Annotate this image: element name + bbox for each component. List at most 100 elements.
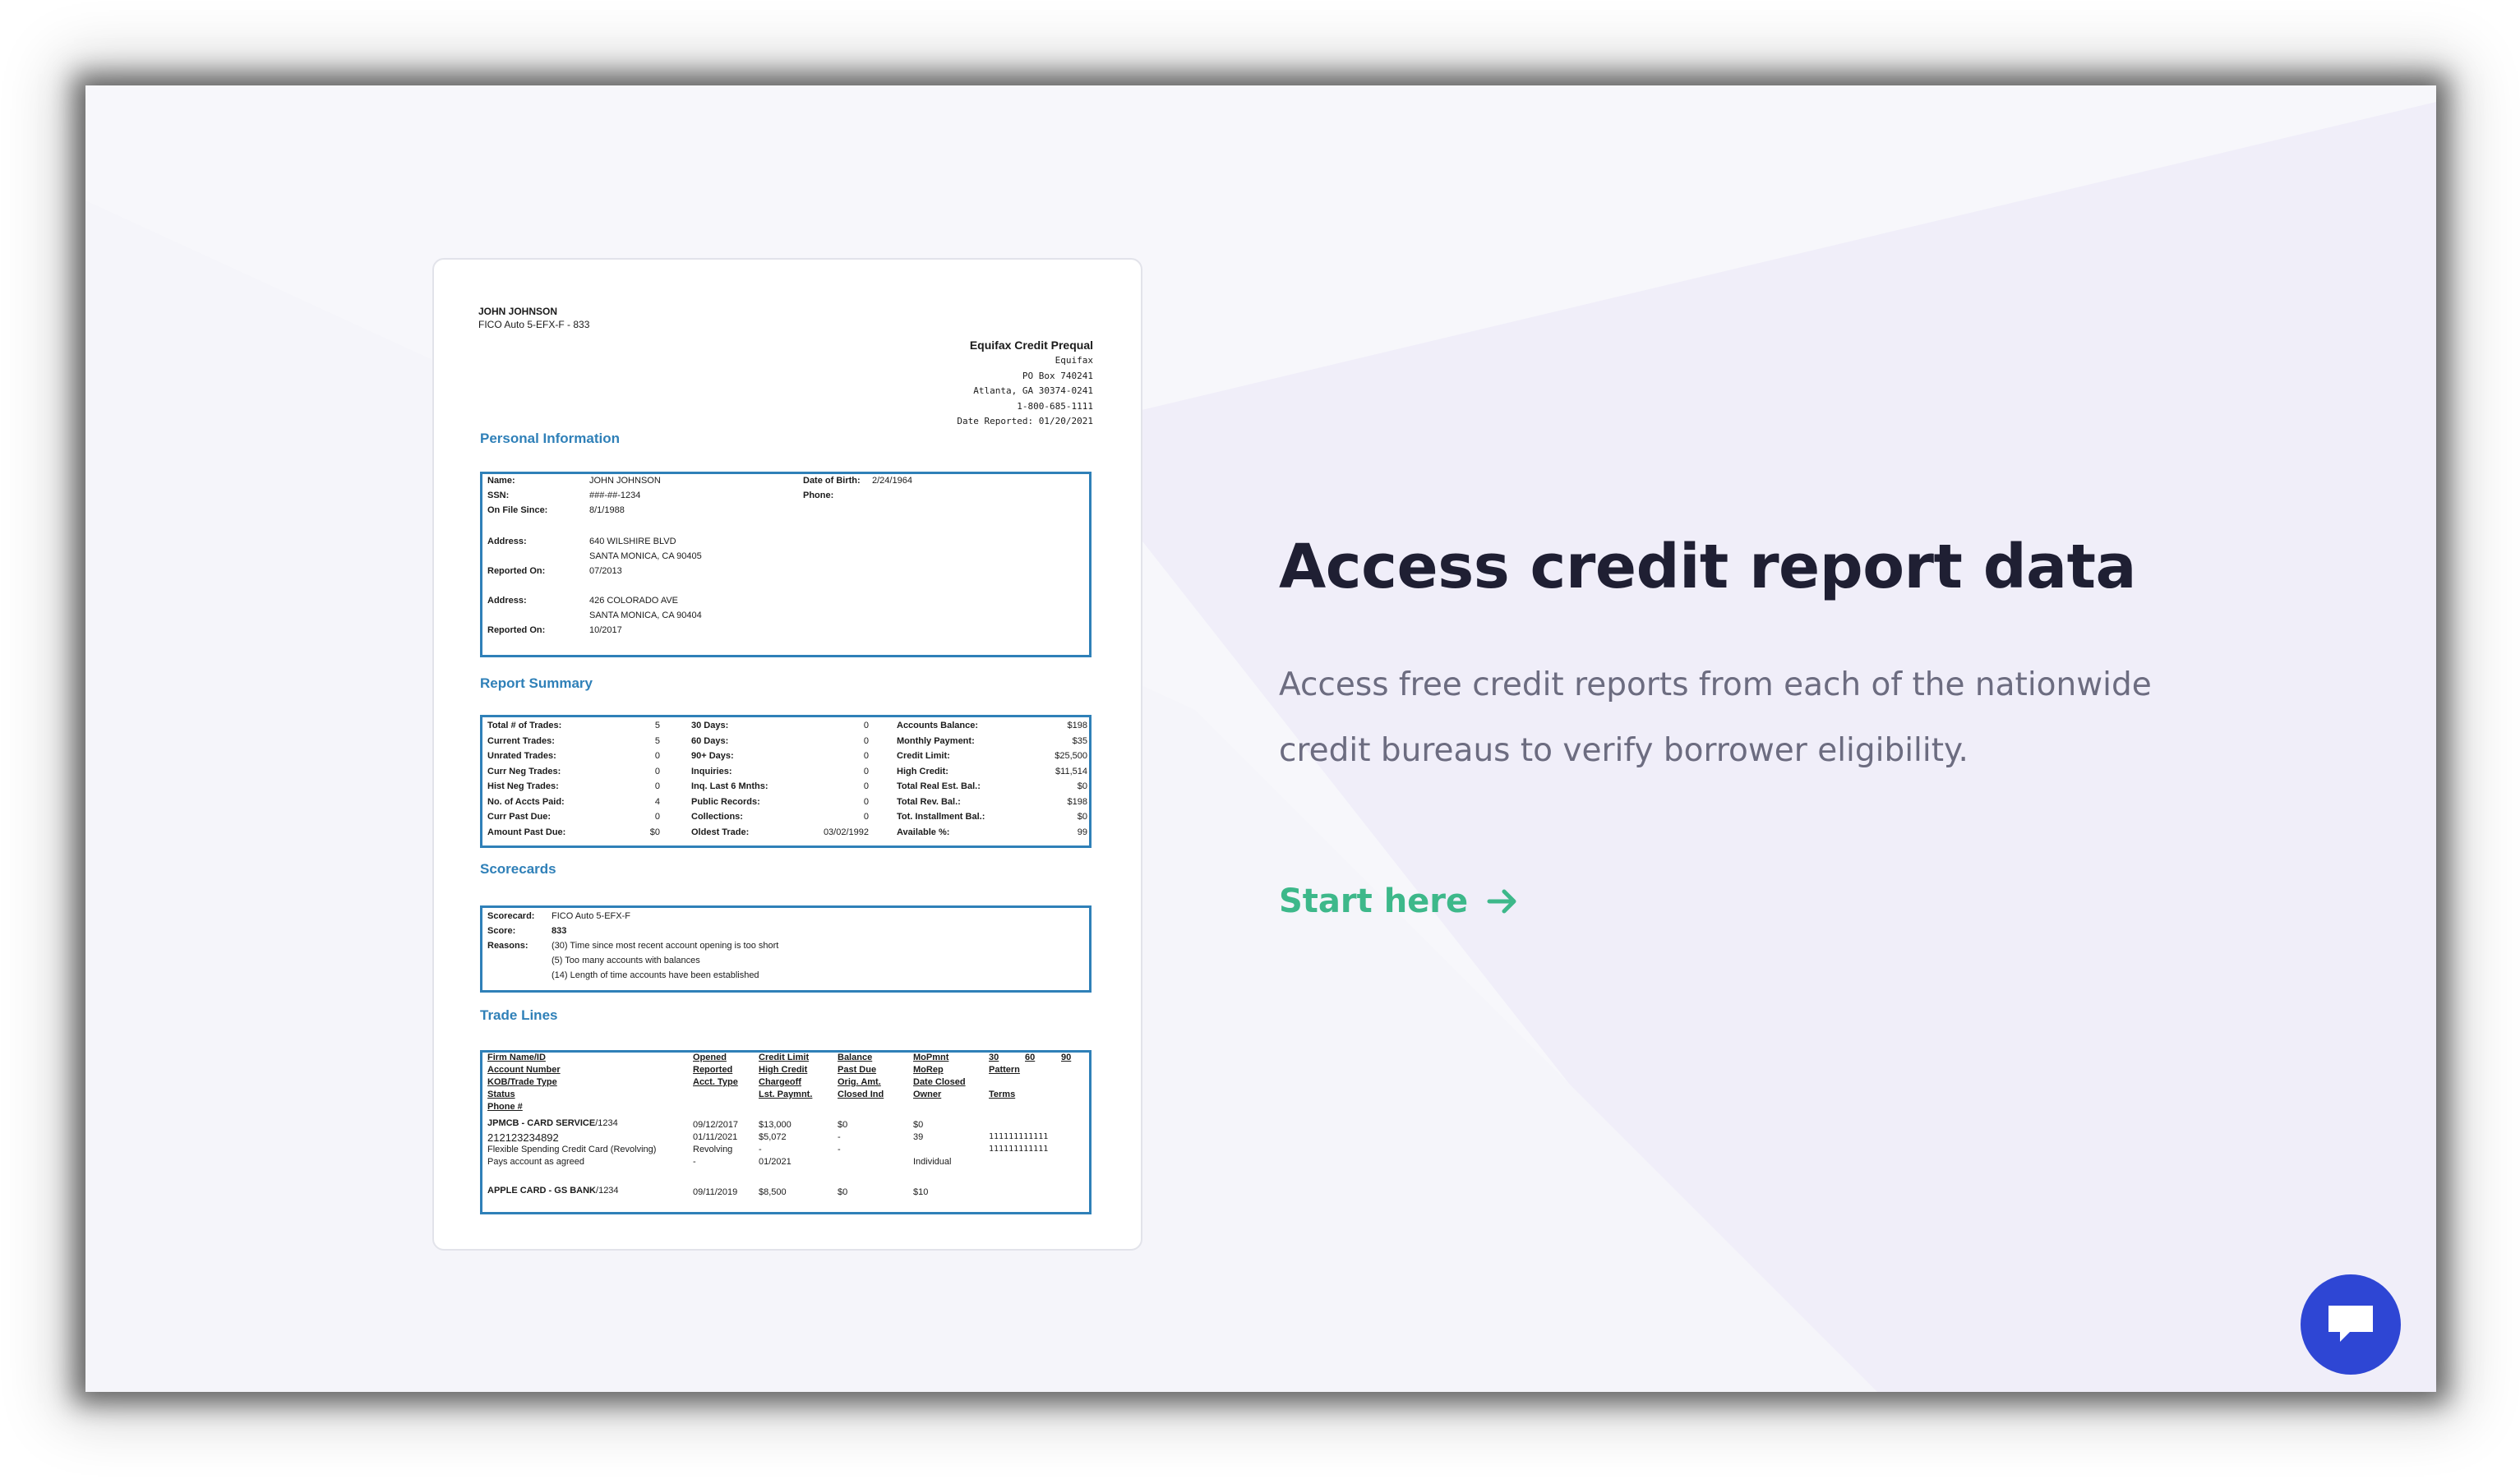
value: 640 WILSHIRE BLVD bbox=[589, 537, 676, 546]
reason: (5) Too many accounts with balances bbox=[552, 956, 700, 965]
summary-row: Inquiries: 0 bbox=[691, 767, 869, 781]
label: Reasons: bbox=[487, 941, 528, 951]
summary-value: 99 bbox=[1077, 827, 1087, 837]
label: SSN: bbox=[487, 491, 510, 500]
label: Phone: bbox=[803, 491, 834, 500]
report-holder-name: JOHN JOHNSON bbox=[478, 306, 558, 317]
value: SANTA MONICA, CA 90405 bbox=[589, 551, 702, 561]
summary-row: Public Records: 0 bbox=[691, 797, 869, 812]
summary-label: Hist Neg Trades: bbox=[487, 781, 559, 791]
summary-label: Oldest Trade: bbox=[691, 827, 750, 837]
th: Pattern bbox=[989, 1065, 1020, 1075]
th: High Credit bbox=[759, 1065, 808, 1075]
summary-value: 0 bbox=[863, 812, 869, 822]
summary-row: Curr Past Due: 0 bbox=[487, 812, 660, 827]
th: 90 bbox=[1061, 1053, 1072, 1062]
value: 10/2017 bbox=[589, 625, 622, 635]
label: Address: bbox=[487, 537, 527, 546]
th: Lst. Paymnt. bbox=[759, 1090, 813, 1099]
summary-row: Total Real Est. Bal.: $0 bbox=[897, 781, 1087, 796]
summary-row: Unrated Trades: 0 bbox=[487, 751, 660, 766]
summary-value: 0 bbox=[654, 766, 660, 776]
cell: Revolving bbox=[693, 1145, 733, 1154]
summary-row: Credit Limit: $25,500 bbox=[897, 751, 1087, 766]
summary-label: Credit Limit: bbox=[897, 751, 950, 761]
summary-value: $25,500 bbox=[1055, 751, 1087, 761]
summary-value: $11,514 bbox=[1055, 766, 1087, 776]
summary-value: $198 bbox=[1067, 721, 1087, 730]
summary-value: 0 bbox=[863, 766, 869, 776]
label: Address: bbox=[487, 596, 527, 606]
start-here-label: Start here bbox=[1279, 882, 1469, 920]
summary-row: Collections: 0 bbox=[691, 812, 869, 827]
th: Credit Limit bbox=[759, 1053, 810, 1062]
cell: $0 bbox=[838, 1187, 848, 1197]
firm-name: APPLE CARD - GS BANK bbox=[487, 1186, 597, 1196]
section-title-personal: Personal Information bbox=[480, 431, 621, 446]
summary-value: $0 bbox=[1077, 781, 1087, 791]
th: Opened bbox=[693, 1053, 727, 1062]
summary-value: 0 bbox=[863, 781, 869, 791]
label: Date of Birth: bbox=[803, 476, 861, 486]
credit-report-preview: JOHN JOHNSON FICO Auto 5-EFX-F - 833 Equ… bbox=[432, 258, 1142, 1251]
trade-firm: JPMCB - CARD SERVICE/1234 bbox=[487, 1118, 618, 1128]
summary-row: No. of Accts Paid: 4 bbox=[487, 797, 660, 812]
th: MoRep bbox=[913, 1065, 944, 1075]
trade-lines-box: Firm Name/ID Account Number KOB/Trade Ty… bbox=[480, 1050, 1092, 1214]
summary-label: Inquiries: bbox=[691, 766, 732, 776]
pattern: 111111111111 bbox=[989, 1132, 1049, 1141]
bureau-date-reported: Date Reported: 01/20/2021 bbox=[957, 416, 1093, 426]
cell: $5,072 bbox=[759, 1132, 787, 1142]
cell: $13,000 bbox=[759, 1120, 792, 1130]
pattern: 111111111111 bbox=[989, 1145, 1049, 1154]
summary-label: 60 Days: bbox=[691, 735, 729, 746]
chat-bubble-icon bbox=[2328, 1306, 2373, 1342]
summary-label: No. of Accts Paid: bbox=[487, 796, 565, 807]
th: 60 bbox=[1025, 1053, 1036, 1062]
summary-row: Accounts Balance: $198 bbox=[897, 721, 1087, 735]
value: 426 COLORADO AVE bbox=[589, 596, 679, 606]
bureau-name: Equifax bbox=[1055, 355, 1093, 366]
chat-launcher-button[interactable] bbox=[2301, 1274, 2401, 1375]
summary-row: Hist Neg Trades: 0 bbox=[487, 781, 660, 796]
summary-value: 5 bbox=[654, 721, 660, 730]
summary-value: 0 bbox=[863, 796, 869, 807]
th: Acct. Type bbox=[693, 1077, 738, 1087]
th: Phone # bbox=[487, 1102, 523, 1112]
page-description: Access free credit reports from each of … bbox=[1279, 666, 2152, 769]
th: Orig. Amt. bbox=[838, 1077, 881, 1087]
cell: 09/12/2017 bbox=[693, 1120, 739, 1130]
summary-label: Tot. Installment Bal.: bbox=[897, 812, 985, 822]
start-here-link[interactable]: Start here bbox=[1279, 882, 1519, 920]
th: Closed Ind bbox=[838, 1090, 884, 1099]
value: FICO Auto 5-EFX-F bbox=[552, 911, 630, 921]
cell: 01/11/2021 bbox=[693, 1132, 738, 1142]
label: Scorecard: bbox=[487, 911, 535, 921]
reason: (30) Time since most recent account open… bbox=[552, 941, 779, 951]
trade-kob: Flexible Spending Credit Card (Revolving… bbox=[487, 1145, 657, 1154]
trade-account: 212123234892 bbox=[487, 1131, 559, 1144]
summary-row: 90+ Days: 0 bbox=[691, 751, 869, 766]
summary-row: 30 Days: 0 bbox=[691, 721, 869, 735]
label: Reported On: bbox=[487, 625, 546, 635]
summary-value: 0 bbox=[863, 721, 869, 730]
arrow-right-icon bbox=[1487, 889, 1516, 914]
summary-value: 0 bbox=[654, 781, 660, 791]
summary-row: Amount Past Due: $0 bbox=[487, 827, 660, 842]
cell: - bbox=[838, 1132, 841, 1142]
cell: $8,500 bbox=[759, 1187, 787, 1197]
summary-label: Curr Neg Trades: bbox=[487, 766, 561, 776]
bureau-phone: 1-800-685-1111 bbox=[1017, 400, 1093, 412]
summary-value: $35 bbox=[1072, 735, 1087, 746]
trade-firm: APPLE CARD - GS BANK/1234 bbox=[487, 1186, 619, 1196]
summary-label: Total Real Est. Bal.: bbox=[897, 781, 981, 791]
firm-id: /1234 bbox=[595, 1118, 618, 1128]
cell: 09/11/2019 bbox=[693, 1187, 738, 1197]
summary-row: Available %: 99 bbox=[897, 827, 1087, 842]
reason: (14) Length of time accounts have been e… bbox=[552, 970, 759, 980]
cell: - bbox=[838, 1145, 841, 1154]
summary-label: Inq. Last 6 Mnths: bbox=[691, 781, 768, 791]
value: 07/2013 bbox=[589, 566, 622, 576]
th: MoPmnt bbox=[913, 1053, 949, 1062]
summary-value: 0 bbox=[863, 735, 869, 746]
